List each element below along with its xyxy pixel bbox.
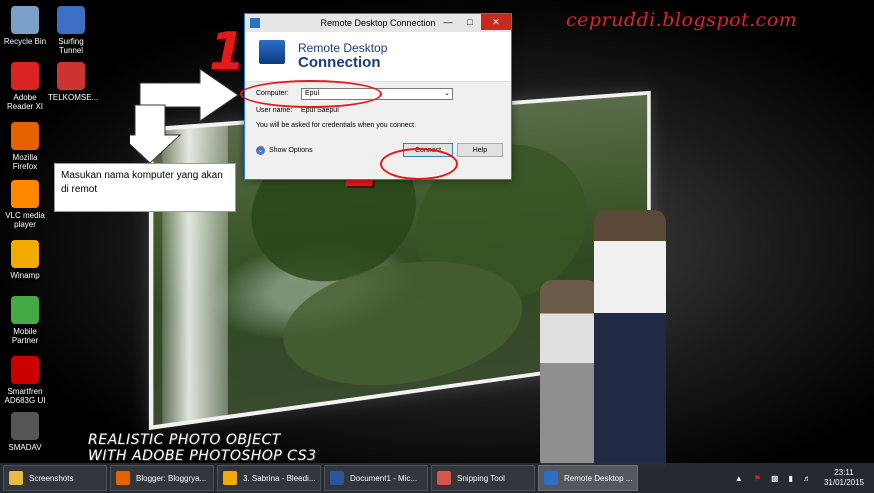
help-button[interactable]: Help [457, 143, 503, 157]
taskbar-button[interactable]: Remote Desktop ... [538, 465, 638, 491]
username-value: Epul Saepul [301, 107, 339, 114]
firefox-icon [116, 471, 130, 485]
show-options-toggle[interactable]: ⌄ Show Options [256, 146, 313, 155]
taskbar-button[interactable]: Blogger: Bloggrya... [110, 465, 214, 491]
network-icon[interactable]: ▩ [771, 474, 779, 483]
desktop-icon[interactable]: Surfing Tunnel [48, 6, 94, 55]
taskbar: Screenshots Blogger: Bloggrya... 3. Sabrin… [0, 463, 874, 493]
remote-desktop-logo-icon [259, 40, 285, 64]
instruction-note: Masukan nama komputer yang akan di remot [54, 163, 236, 212]
smadav-icon [11, 412, 39, 440]
person-figure [594, 210, 666, 468]
blog-watermark: cepruddi.blogspot.com [566, 9, 798, 31]
volume-icon[interactable]: ♬ [803, 474, 811, 483]
taskbar-button[interactable]: 3. Sabrina - Bleedi... [217, 465, 321, 491]
desktop-icon-label: TELKOMSE... [48, 93, 99, 102]
heading-line-2: Connection [298, 54, 381, 71]
desktop-icon-label: VLC media player [5, 211, 45, 229]
taskbar-button-label: Screenshots [29, 473, 74, 483]
taskbar-button-label: Remote Desktop ... [564, 473, 633, 483]
person-figure [540, 280, 598, 465]
window-titlebar[interactable]: Remote Desktop Connection — □ ✕ [245, 14, 511, 32]
desktop-icon[interactable]: Smartfren AD683G UI [2, 356, 48, 405]
desktop-icon-label: Recycle Bin [3, 37, 47, 46]
taskbar-button[interactable]: Snipping Tool [431, 465, 535, 491]
taskbar-button-label: 3. Sabrina - Bleedi... [243, 473, 316, 483]
desktop-icon[interactable]: Adobe Reader XI [2, 62, 48, 111]
desktop-icon[interactable]: SMADAV [2, 412, 48, 452]
winamp-icon [223, 471, 237, 485]
clock-time: 23:11 [834, 468, 854, 477]
photo-caption: REALISTIC PHOTO OBJECT WITH ADOBE PHOTOS… [88, 432, 317, 464]
taskbar-button-label: Blogger: Bloggrya... [136, 473, 207, 483]
step-number-1: 1 [209, 22, 246, 82]
desktop-icon-label: Surfing Tunnel [58, 37, 84, 55]
mobile-partner-icon [11, 296, 39, 324]
word-icon [330, 471, 344, 485]
taskbar-button-label: Snipping Tool [457, 473, 505, 483]
surfing-tunnel-icon [57, 6, 85, 34]
highlight-ellipse-connect [380, 148, 458, 180]
system-tray: ▲ ⚑ ▩ ▮ ♬ 23:11 31/01/2015 [729, 463, 874, 493]
remote-desktop-icon [544, 471, 558, 485]
desktop-icon-label: SMADAV [8, 443, 42, 452]
desktop-icon-label: Mozilla Firefox [12, 153, 38, 171]
clock[interactable]: 23:11 31/01/2015 [824, 468, 864, 488]
desktop-icon[interactable]: Recycle Bin [2, 6, 48, 46]
taskbar-button-label: Document1 - Mic... [350, 473, 418, 483]
username-label: User name: [256, 107, 293, 114]
firefox-icon [11, 122, 39, 150]
vlc-icon [11, 180, 39, 208]
show-options-label: Show Options [269, 147, 313, 154]
chevron-down-icon[interactable]: ⌄ [444, 89, 450, 97]
window-header: Remote Desktop Connection [245, 32, 511, 82]
desktop-icon[interactable]: VLC media player [2, 180, 48, 229]
smartfren-icon [11, 356, 39, 384]
desktop-icon-label: Winamp [10, 271, 40, 280]
caption-line-1: REALISTIC PHOTO OBJECT [88, 432, 281, 448]
desktop-icon-label: Adobe Reader XI [6, 93, 44, 111]
signal-icon[interactable]: ▮ [789, 474, 793, 483]
arrow-down-icon [130, 104, 182, 164]
taskbar-button[interactable]: Document1 - Mic... [324, 465, 428, 491]
highlight-ellipse-computer [240, 80, 382, 108]
credentials-note: You will be asked for credentials when y… [256, 122, 417, 129]
telkomsel-icon [57, 62, 85, 90]
show-hidden-icons-icon[interactable]: ▲ [735, 474, 743, 483]
expand-icon: ⌄ [256, 146, 265, 155]
desktop-icon[interactable]: Mozilla Firefox [2, 122, 48, 171]
heading-line-1: Remote Desktop [298, 41, 388, 55]
winamp-icon [11, 240, 39, 268]
maximize-button[interactable]: □ [459, 14, 481, 30]
desktop-icon[interactable]: Winamp [2, 240, 48, 280]
caption-line-2: WITH ADOBE PHOTOSHOP CS3 [88, 448, 317, 464]
folder-icon [9, 471, 23, 485]
snipping-tool-icon [437, 471, 451, 485]
adobe-reader-icon [11, 62, 39, 90]
desktop-icon[interactable]: TELKOMSE... [48, 62, 99, 102]
minimize-button[interactable]: — [437, 14, 459, 30]
desktop-icon-label: Mobile Partner [11, 327, 39, 345]
desktop-icon[interactable]: Mobile Partner [2, 296, 48, 345]
desktop-icon-label: Smartfren AD683G UI [4, 387, 46, 405]
taskbar-button[interactable]: Screenshots [3, 465, 107, 491]
action-center-icon[interactable]: ⚑ [754, 474, 761, 483]
close-button[interactable]: ✕ [481, 14, 511, 30]
recycle-bin-icon [11, 6, 39, 34]
clock-date: 31/01/2015 [823, 478, 864, 487]
